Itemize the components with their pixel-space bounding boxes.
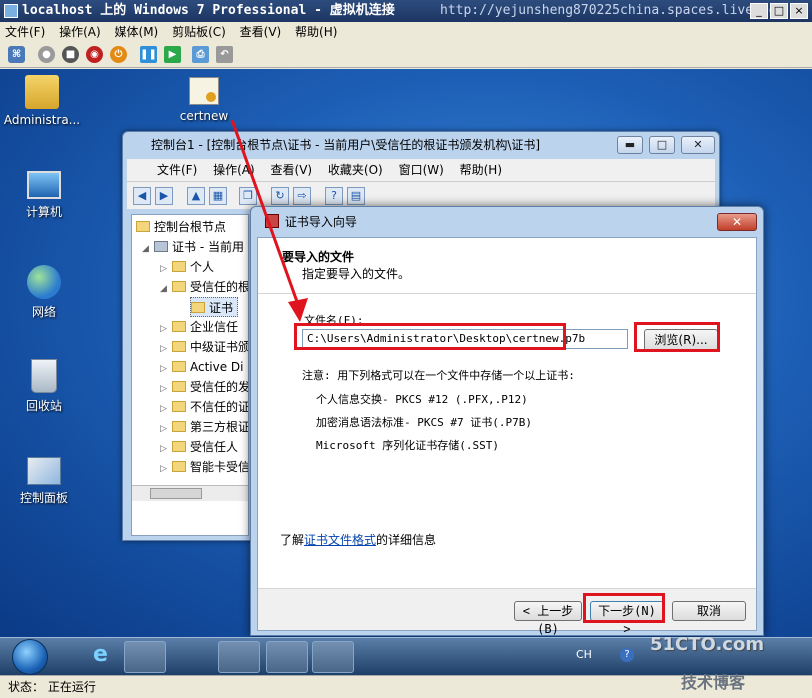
status-label: 状态： [8, 680, 45, 694]
ime-help-icon[interactable]: ? [620, 648, 634, 662]
blog-branding: 技术博客 [681, 673, 746, 692]
cmd-icon[interactable] [266, 641, 308, 673]
language-indicator[interactable]: CH [576, 648, 592, 661]
annotation-arrow [230, 119, 308, 322]
notepad-icon[interactable] [218, 641, 260, 673]
internet-explorer-icon[interactable]: e [80, 641, 122, 673]
explorer-icon[interactable] [124, 641, 166, 673]
status-value: 正在运行 [47, 680, 96, 694]
site-branding: 51CTO.com [650, 634, 765, 655]
windows-start-icon[interactable] [12, 639, 48, 675]
media-player-icon[interactable] [172, 641, 214, 673]
mmc-taskbar-icon[interactable] [312, 641, 354, 673]
